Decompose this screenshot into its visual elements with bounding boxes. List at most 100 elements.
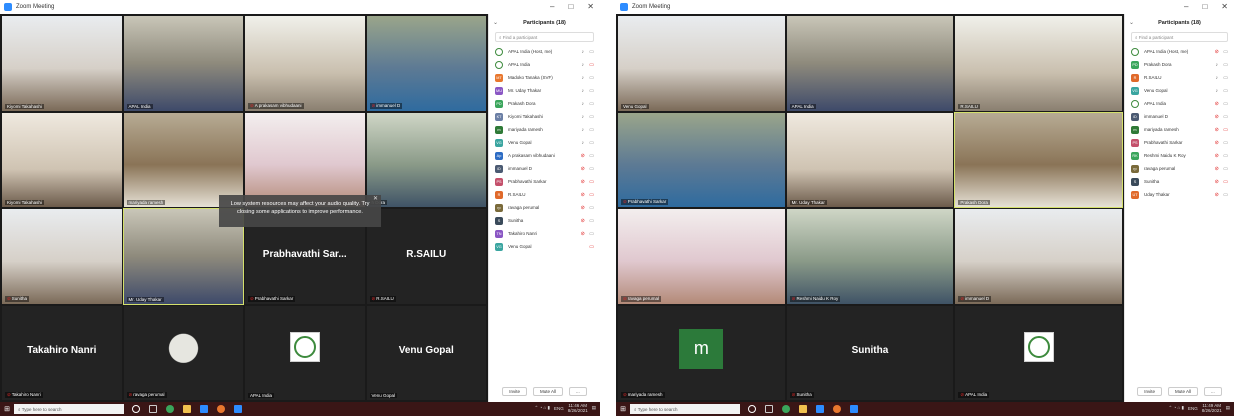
participant-item[interactable]: PS Prabhavathi Sarkar ⊘ ▭	[489, 175, 600, 188]
video-tile[interactable]: Takahiro Nanri ⊘Takahiro Nanri	[2, 305, 122, 400]
mic-muted-icon[interactable]: ⊘	[1214, 179, 1219, 185]
video-tile[interactable]: h Dora	[366, 112, 486, 207]
participant-item[interactable]: MU Mr. Uday Thakar ♪ ▭	[489, 84, 600, 97]
mic-muted-icon[interactable]: ⊘	[580, 218, 585, 224]
taskbar-search[interactable]: ⌕ Type here to search	[630, 404, 740, 414]
mic-muted-icon[interactable]: ⊘	[580, 179, 585, 185]
mute-all-button[interactable]: Mute All	[532, 387, 563, 396]
camera-icon[interactable]: ▭	[589, 49, 594, 55]
close-button[interactable]: ✕	[1221, 2, 1228, 11]
video-tile[interactable]: ⊘Prabhavathi Sarkar	[618, 112, 785, 207]
camera-icon[interactable]: ▭	[1223, 49, 1228, 55]
mic-icon[interactable]: ♪	[580, 62, 585, 68]
more-button[interactable]: ...	[1204, 387, 1222, 396]
video-tile[interactable]: Kiyomi Takahashi	[2, 112, 122, 207]
video-tile[interactable]: ⊘immanuel D	[955, 209, 1122, 304]
mic-icon[interactable]: ♪	[1214, 75, 1219, 81]
mute-all-button[interactable]: Mute All	[1167, 387, 1198, 396]
file-explorer-icon[interactable]	[799, 405, 807, 413]
search-input[interactable]: ⌕ Find a participant	[495, 32, 594, 42]
participant-item[interactable]: VG Venu Gopal ♪ ▭	[1125, 84, 1234, 97]
participant-item[interactable]: iD immanuel D ⊘ ▭	[489, 162, 600, 175]
invite-button[interactable]: Invite	[1137, 387, 1162, 396]
camera-icon[interactable]: ▭	[589, 166, 594, 172]
camera-off-icon[interactable]: ▭	[589, 244, 594, 250]
tray-language[interactable]: ENG	[554, 406, 564, 411]
camera-icon[interactable]: ▭	[589, 231, 594, 237]
participant-item[interactable]: PD Prakash Dora ♪ ▭	[489, 97, 600, 110]
maximize-button[interactable]: □	[1202, 2, 1207, 11]
camera-off-icon[interactable]: ▭	[589, 192, 594, 198]
camera-icon[interactable]: ▭	[1223, 166, 1228, 172]
mic-muted-icon[interactable]: ⊘	[1214, 114, 1219, 120]
chevron-down-icon[interactable]: ⌄	[493, 19, 498, 26]
participant-item[interactable]: APAL India ♪ ▭	[489, 58, 600, 71]
mic-muted-icon[interactable]: ⊘	[1214, 153, 1219, 159]
mic-icon[interactable]: ♪	[580, 114, 585, 120]
cortana-icon[interactable]	[132, 405, 140, 413]
cortana-icon[interactable]	[748, 405, 756, 413]
maximize-button[interactable]: □	[568, 2, 573, 11]
mic-icon[interactable]: ♪	[580, 140, 585, 146]
camera-icon[interactable]: ▭	[589, 75, 594, 81]
participant-item[interactable]: PD Prakash Dora ♪ ▭	[1125, 58, 1234, 71]
zoom-taskbar-icon[interactable]	[850, 405, 858, 413]
close-icon[interactable]: ✕	[373, 195, 378, 203]
participant-item[interactable]: MT Madoko Tanaka (SVF) ♪ ▭	[489, 71, 600, 84]
windows-start-icon[interactable]: ⊞	[616, 402, 630, 416]
participant-item[interactable]: rp ravaga perumal ⊘ ▭	[1125, 162, 1234, 175]
camera-icon[interactable]: ▭	[1223, 192, 1228, 198]
notifications-icon[interactable]: ▤	[1226, 405, 1230, 411]
camera-icon[interactable]: ▭	[589, 88, 594, 94]
mic-muted-icon[interactable]: ⊘	[580, 205, 585, 211]
camera-icon[interactable]: ▭	[589, 140, 594, 146]
taskbar-search[interactable]: ⌕ Type here to search	[14, 404, 124, 414]
clock[interactable]: 11:49 AM 8/26/2021	[1202, 403, 1222, 413]
clock[interactable]: 11:46 AM 8/26/2021	[568, 403, 588, 413]
video-tile[interactable]: APAL India	[123, 16, 243, 111]
camera-off-icon[interactable]: ▭	[589, 62, 594, 68]
video-tile[interactable]: ⊘Reshmi Naidu K Roy	[786, 209, 954, 304]
video-tile[interactable]: Venu Gopal Venu Gopal	[366, 305, 486, 400]
participant-item[interactable]: R R.SAILU ♪ ▭	[1125, 71, 1234, 84]
edge-icon[interactable]	[200, 405, 208, 413]
minimize-button[interactable]: –	[1184, 2, 1188, 11]
video-tile[interactable]: Mr. Uday Thakar	[786, 112, 954, 207]
close-button[interactable]: ✕	[587, 2, 594, 11]
mic-muted-icon[interactable]: ⊘	[1214, 140, 1219, 146]
zoom-taskbar-icon[interactable]	[234, 405, 242, 413]
mic-icon[interactable]: ♪	[1214, 62, 1219, 68]
camera-icon[interactable]: ▭	[1223, 62, 1228, 68]
search-input[interactable]: ⌕ Find a participant	[1131, 32, 1228, 42]
camera-icon[interactable]: ▭	[589, 114, 594, 120]
chrome-icon[interactable]	[782, 405, 790, 413]
video-tile[interactable]: ⊘Sunitha	[2, 209, 122, 304]
participant-item[interactable]: m mariyada ramesh ♪ ▭	[489, 123, 600, 136]
participant-item[interactable]: KT Kiyomi Takahashi ♪ ▭	[489, 110, 600, 123]
mic-muted-icon[interactable]: ⊘	[1214, 101, 1219, 107]
camera-off-icon[interactable]: ▭	[589, 179, 594, 185]
camera-icon[interactable]: ▭	[1223, 153, 1228, 159]
tray-language[interactable]: ENG	[1188, 406, 1198, 411]
mic-icon[interactable]: ♪	[580, 127, 585, 133]
participant-item[interactable]: PS Prabhavathi Sarkar ⊘ ▭	[1125, 136, 1234, 149]
mic-icon[interactable]: ♪	[580, 101, 585, 107]
mic-icon[interactable]: ♪	[580, 49, 585, 55]
mic-icon[interactable]: ♪	[1214, 88, 1219, 94]
more-button[interactable]: ...	[569, 387, 587, 396]
camera-icon[interactable]: ▭	[1223, 140, 1228, 146]
camera-icon[interactable]: ▭	[1223, 114, 1228, 120]
task-view-icon[interactable]	[765, 405, 773, 413]
tray-icons[interactable]: ⌃ ◔ ⌂ ▮	[535, 405, 550, 411]
mic-muted-icon[interactable]: ⊘	[1214, 192, 1219, 198]
camera-off-icon[interactable]: ▭	[1223, 127, 1228, 133]
camera-icon[interactable]: ▭	[589, 101, 594, 107]
mic-muted-icon[interactable]: ⊘	[580, 192, 585, 198]
notifications-icon[interactable]: ▤	[592, 405, 596, 411]
app-icon[interactable]	[217, 405, 225, 413]
participant-item[interactable]: Ap A prakasam vibhudaani ⊘ ▭	[489, 149, 600, 162]
mic-muted-icon[interactable]: ⊘	[580, 231, 585, 237]
video-tile[interactable]	[245, 112, 365, 207]
video-tile[interactable]: Venu Gopal	[618, 16, 785, 111]
video-tile[interactable]: APAL India	[245, 305, 365, 400]
